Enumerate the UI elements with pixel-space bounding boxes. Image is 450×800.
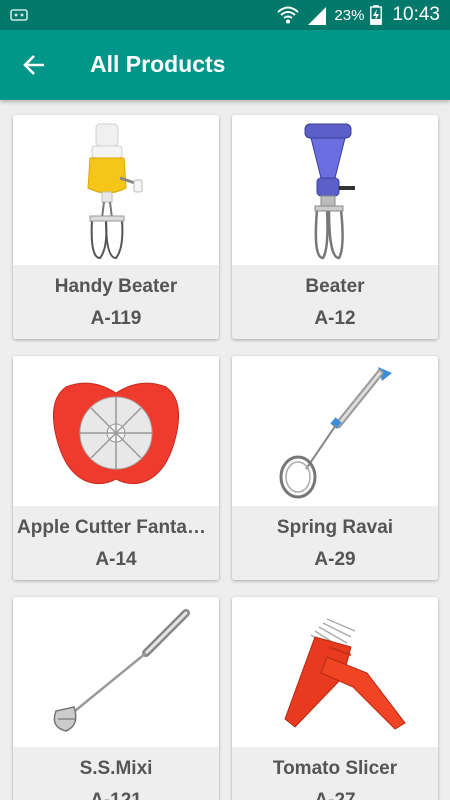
- apple-cutter-image: [52, 382, 180, 485]
- clock: 10:43: [392, 4, 440, 25]
- product-info: Beater A-12: [232, 265, 438, 339]
- product-card[interactable]: Tomato Slicer A-27: [232, 597, 438, 800]
- product-code: A-119: [90, 308, 142, 329]
- signal-icon: [308, 7, 327, 25]
- product-image: [232, 115, 438, 265]
- product-card[interactable]: Apple Cutter Fantastic A-14: [13, 356, 219, 580]
- product-image: [13, 356, 219, 506]
- product-info: S.S.Mixi A-121: [13, 747, 219, 800]
- product-card[interactable]: Beater A-12: [232, 115, 438, 339]
- ss-mixi-image: [53, 609, 190, 732]
- status-bar: 23% 10:43: [0, 0, 450, 30]
- wifi-icon: [277, 6, 300, 24]
- handy-beater-image: [87, 123, 143, 259]
- product-code: A-12: [314, 308, 356, 329]
- product-name: Spring Ravai: [276, 517, 394, 538]
- product-name: Apple Cutter Fantastic: [17, 517, 219, 538]
- arrow-left-icon: [23, 55, 44, 75]
- product-code: A-14: [95, 549, 137, 570]
- product-image: [13, 115, 219, 265]
- beater-image: [304, 123, 355, 259]
- product-code: A-29: [314, 549, 356, 570]
- product-name: Beater: [305, 276, 365, 297]
- product-image: [13, 597, 219, 747]
- battery-percentage: 23%: [334, 6, 365, 24]
- product-info: Spring Ravai A-29: [232, 506, 438, 580]
- product-code: A-121: [13, 790, 219, 800]
- page-title: All Products: [90, 51, 226, 77]
- product-info: Handy Beater A-119: [13, 265, 219, 339]
- product-image: [232, 597, 438, 747]
- product-info: Apple Cutter Fantastic A-14: [13, 506, 219, 580]
- battery-charging-icon: [370, 5, 383, 25]
- product-name: Handy Beater: [54, 276, 178, 297]
- product-code: A-27: [232, 790, 438, 800]
- product-name: S.S.Mixi: [79, 758, 153, 779]
- spring-ravai-image: [279, 366, 392, 498]
- notification-icon: [10, 9, 28, 21]
- tomato-slicer-image: [284, 618, 406, 730]
- back-button[interactable]: [14, 47, 54, 83]
- product-card[interactable]: Spring Ravai A-29: [232, 356, 438, 580]
- product-name: Tomato Slicer: [272, 758, 398, 779]
- product-info: Tomato Slicer A-27: [232, 747, 438, 800]
- app-bar: All Products: [0, 30, 450, 100]
- product-card[interactable]: S.S.Mixi A-121: [13, 597, 219, 800]
- product-image: [232, 356, 438, 506]
- product-card[interactable]: Handy Beater A-119: [13, 115, 219, 339]
